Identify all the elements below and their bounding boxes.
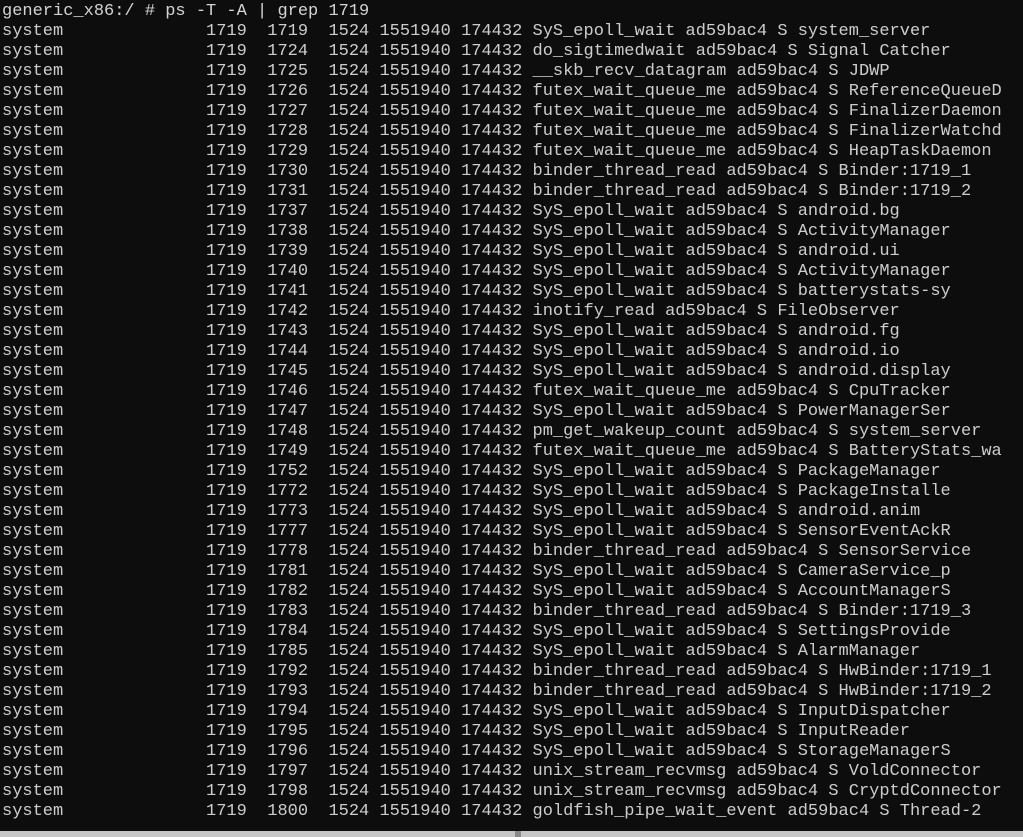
process-row: system 1719 1772 1524 1551940 174432 SyS… (2, 482, 951, 501)
process-row: system 1719 1783 1524 1551940 174432 bin… (2, 602, 972, 621)
process-row: system 1719 1793 1524 1551940 174432 bin… (2, 682, 992, 701)
process-row: system 1719 1725 1524 1551940 174432 __s… (2, 62, 890, 81)
process-row: system 1719 1745 1524 1551940 174432 SyS… (2, 362, 951, 381)
process-row: system 1719 1727 1524 1551940 174432 fut… (2, 102, 1002, 121)
process-row: system 1719 1726 1524 1551940 174432 fut… (2, 82, 1002, 101)
process-row: system 1719 1739 1524 1551940 174432 SyS… (2, 242, 900, 261)
process-row: system 1719 1741 1524 1551940 174432 SyS… (2, 282, 951, 301)
process-row: system 1719 1773 1524 1551940 174432 SyS… (2, 502, 921, 521)
process-row: system 1719 1740 1524 1551940 174432 SyS… (2, 262, 951, 281)
process-row: system 1719 1728 1524 1551940 174432 fut… (2, 122, 1002, 141)
terminal-output-area[interactable]: generic_x86:/ # ps -T -A | grep 1719 sys… (0, 0, 1023, 831)
process-row: system 1719 1777 1524 1551940 174432 SyS… (2, 522, 951, 541)
process-row: system 1719 1798 1524 1551940 174432 uni… (2, 782, 1002, 801)
process-row: system 1719 1797 1524 1551940 174432 uni… (2, 762, 982, 781)
process-row: system 1719 1785 1524 1551940 174432 SyS… (2, 642, 921, 661)
process-row: system 1719 1748 1524 1551940 174432 pm_… (2, 422, 982, 441)
process-row: system 1719 1738 1524 1551940 174432 SyS… (2, 222, 951, 241)
process-row: system 1719 1729 1524 1551940 174432 fut… (2, 142, 992, 161)
process-row: system 1719 1800 1524 1551940 174432 gol… (2, 802, 982, 821)
process-row: system 1719 1778 1524 1551940 174432 bin… (2, 542, 972, 561)
process-row: system 1719 1730 1524 1551940 174432 bin… (2, 162, 972, 181)
process-row: system 1719 1781 1524 1551940 174432 SyS… (2, 562, 951, 581)
process-row: system 1719 1794 1524 1551940 174432 SyS… (2, 702, 951, 721)
process-row: system 1719 1743 1524 1551940 174432 SyS… (2, 322, 900, 341)
process-list: system 1719 1719 1524 1551940 174432 SyS… (2, 22, 1023, 822)
process-row: system 1719 1731 1524 1551940 174432 bin… (2, 182, 972, 201)
process-row: system 1719 1742 1524 1551940 174432 ino… (2, 302, 900, 321)
process-row: system 1719 1784 1524 1551940 174432 SyS… (2, 622, 951, 641)
process-row: system 1719 1752 1524 1551940 174432 SyS… (2, 462, 941, 481)
process-row: system 1719 1796 1524 1551940 174432 SyS… (2, 742, 951, 761)
process-row: system 1719 1782 1524 1551940 174432 SyS… (2, 582, 951, 601)
process-row: system 1719 1719 1524 1551940 174432 SyS… (2, 22, 931, 41)
process-row: system 1719 1744 1524 1551940 174432 SyS… (2, 342, 900, 361)
process-row: system 1719 1746 1524 1551940 174432 fut… (2, 382, 951, 401)
process-row: system 1719 1724 1524 1551940 174432 do_… (2, 42, 951, 61)
process-row: system 1719 1737 1524 1551940 174432 SyS… (2, 202, 900, 221)
process-row: system 1719 1747 1524 1551940 174432 SyS… (2, 402, 951, 421)
process-row: system 1719 1749 1524 1551940 174432 fut… (2, 442, 1002, 461)
process-row: system 1719 1792 1524 1551940 174432 bin… (2, 662, 992, 681)
process-row: system 1719 1795 1524 1551940 174432 SyS… (2, 722, 910, 741)
horizontal-scrollbar-thumb[interactable] (515, 831, 521, 837)
horizontal-scrollbar[interactable] (0, 831, 1023, 837)
shell-prompt-line: generic_x86:/ # ps -T -A | grep 1719 (2, 2, 370, 21)
terminal-window[interactable]: generic_x86:/ # ps -T -A | grep 1719 sys… (0, 0, 1023, 837)
